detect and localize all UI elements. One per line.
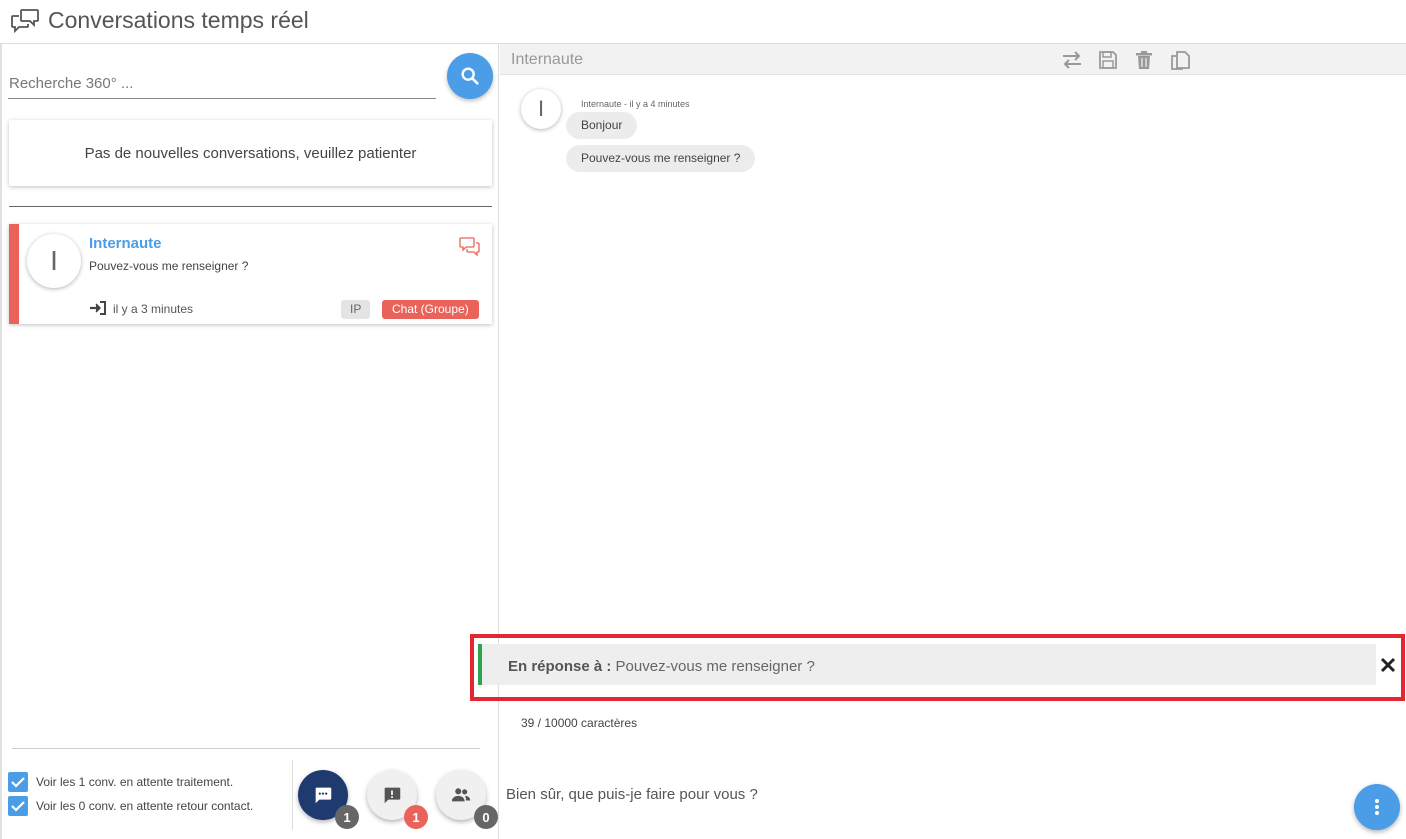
reply-label: En réponse à :: [508, 658, 612, 675]
filter-pending-contact[interactable]: Voir les 0 conv. en attente retour conta…: [8, 796, 253, 816]
feedback-icon: [384, 787, 401, 804]
more-vertical-icon: [1375, 799, 1379, 815]
conversation-list-pane: Pas de nouvelles conversations, veuillez…: [0, 44, 499, 839]
checkbox-checked[interactable]: [8, 772, 28, 792]
checkmark-icon: [11, 801, 25, 812]
channel-badge: Chat (Groupe): [382, 300, 479, 319]
copy-icon[interactable]: [1169, 49, 1191, 71]
message-meta: Internaute - il y a 4 minutes: [581, 99, 690, 109]
reply-quoted-message: Pouvez-vous me renseigner ?: [615, 658, 815, 675]
conversation-card[interactable]: I Internaute Pouvez-vous me renseigner ?…: [9, 224, 492, 324]
checkmark-icon: [11, 777, 25, 788]
tag-badge: IP: [341, 300, 371, 319]
message-bubble: Pouvez-vous me renseigner ?: [566, 145, 756, 172]
conversation-name: Internaute: [89, 235, 162, 252]
page-title: Conversations temps réel: [48, 7, 309, 33]
avatar: I: [521, 89, 561, 129]
chat-bubbles-icon: [11, 9, 39, 34]
conversation-time: il y a 3 minutes: [113, 302, 194, 316]
filter-pending-processing[interactable]: Voir les 1 conv. en attente traitement.: [8, 772, 233, 792]
chats-fab-button[interactable]: 1: [298, 770, 359, 829]
message-compose-input[interactable]: [506, 779, 1346, 809]
chat-pane: Internaute I Internaute - il y a 4 minut…: [470, 44, 1406, 839]
filter-label: Voir les 0 conv. en attente retour conta…: [36, 799, 254, 813]
login-icon: [90, 301, 106, 315]
search-button[interactable]: [447, 53, 493, 99]
count-badge: 1: [404, 805, 428, 829]
divider: [9, 206, 492, 207]
filter-label: Voir les 1 conv. en attente traitement.: [36, 775, 234, 789]
conversation-preview: Pouvez-vous me renseigner ?: [89, 259, 249, 273]
chat-bubbles-icon: [459, 237, 480, 257]
divider: [12, 748, 480, 749]
checkbox-checked[interactable]: [8, 796, 28, 816]
character-counter: 39 / 10000 caractères: [521, 716, 638, 730]
reply-preview-highlight: En réponse à : Pouvez-vous me renseigner…: [470, 634, 1405, 701]
count-badge: 1: [335, 805, 359, 829]
more-options-button[interactable]: [1354, 784, 1400, 830]
trash-icon[interactable]: [1133, 49, 1155, 71]
chat-title: Internaute: [511, 51, 584, 68]
groups-fab-button[interactable]: 0: [436, 770, 498, 829]
search-input[interactable]: [8, 68, 436, 99]
divider: [292, 760, 293, 830]
avatar: I: [27, 234, 81, 288]
count-badge: 0: [474, 805, 498, 829]
people-icon: [451, 788, 471, 802]
chat-toolbar: Internaute: [500, 44, 1406, 75]
alerts-fab-button[interactable]: 1: [367, 770, 428, 829]
transfer-icon[interactable]: [1061, 49, 1083, 71]
save-icon[interactable]: [1097, 49, 1119, 71]
reply-text: En réponse à : Pouvez-vous me renseigner…: [508, 658, 815, 675]
app-header: Conversations temps réel: [0, 0, 1406, 44]
search-icon: [461, 67, 479, 85]
empty-state-card: Pas de nouvelles conversations, veuillez…: [9, 120, 492, 186]
close-icon[interactable]: [1379, 656, 1397, 674]
empty-state-text: Pas de nouvelles conversations, veuillez…: [84, 144, 417, 162]
message-bubble: Bonjour: [566, 112, 638, 139]
message-icon: [315, 787, 332, 804]
